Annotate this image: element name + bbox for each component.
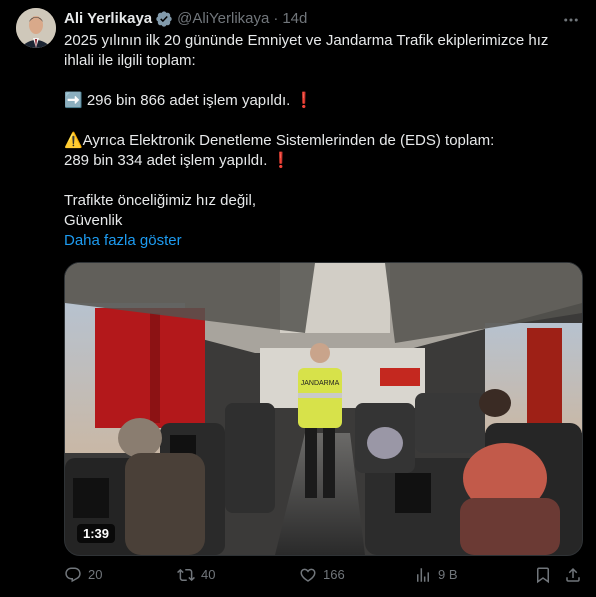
tweet-line: 289 bin 334 adet işlem yapıldı. ❗ — [64, 152, 291, 169]
views-button[interactable]: 9 B — [414, 566, 458, 584]
avatar[interactable] — [16, 8, 56, 48]
tweet-text: 2025 yılının ilk 20 gününde Emniyet ve J… — [64, 31, 580, 251]
tweet-time[interactable]: 14d — [282, 9, 307, 29]
tweet-line: ihlali ile ilgili toplam: — [64, 52, 196, 69]
repost-icon — [177, 568, 195, 582]
header-separator: · — [273, 10, 279, 27]
video-thumbnail: JANDARMA — [65, 263, 582, 555]
tweet-line: ➡️ 296 bin 866 adet işlem yapıldı. ❗ — [64, 92, 314, 109]
share-icon — [566, 567, 580, 582]
like-button[interactable]: 166 — [299, 566, 345, 584]
share-button[interactable] — [564, 566, 588, 584]
video-duration: 1:39 — [77, 524, 116, 543]
action-bar: 20 40 166 9 B — [64, 566, 584, 588]
views-count: 9 B — [438, 567, 458, 582]
like-count: 166 — [323, 567, 345, 582]
tweet-line: Trafikte önceliğimiz hız değil, — [64, 192, 257, 209]
tweet-header: Ali Yerlikaya @AliYerlikaya · 14d — [64, 9, 307, 29]
bookmark-button[interactable] — [534, 566, 558, 584]
repost-button[interactable]: 40 — [177, 566, 215, 584]
reply-button[interactable]: 20 — [64, 566, 102, 584]
repost-count: 40 — [201, 567, 216, 582]
more-icon[interactable] — [562, 11, 580, 29]
like-icon — [300, 568, 316, 582]
show-more-link[interactable]: Daha fazla göster — [64, 231, 580, 251]
tweet-line: Güvenlik — [64, 212, 123, 229]
bookmark-icon — [537, 567, 549, 584]
author-handle[interactable]: @AliYerlikaya — [177, 9, 269, 29]
avatar-image — [16, 8, 56, 48]
verified-icon — [155, 10, 173, 28]
author-name[interactable]: Ali Yerlikaya — [64, 9, 152, 29]
tweet-line: 2025 yılının ilk 20 gününde Emniyet ve J… — [64, 32, 549, 49]
reply-count: 20 — [88, 567, 103, 582]
vest-text: JANDARMA — [301, 380, 340, 387]
reply-icon — [65, 567, 81, 583]
tweet-line: ⚠️Ayrıca Elektronik Denetleme Sistemleri… — [64, 132, 495, 149]
video-player[interactable]: JANDARMA 1:39 — [64, 262, 583, 556]
views-icon — [417, 568, 429, 582]
